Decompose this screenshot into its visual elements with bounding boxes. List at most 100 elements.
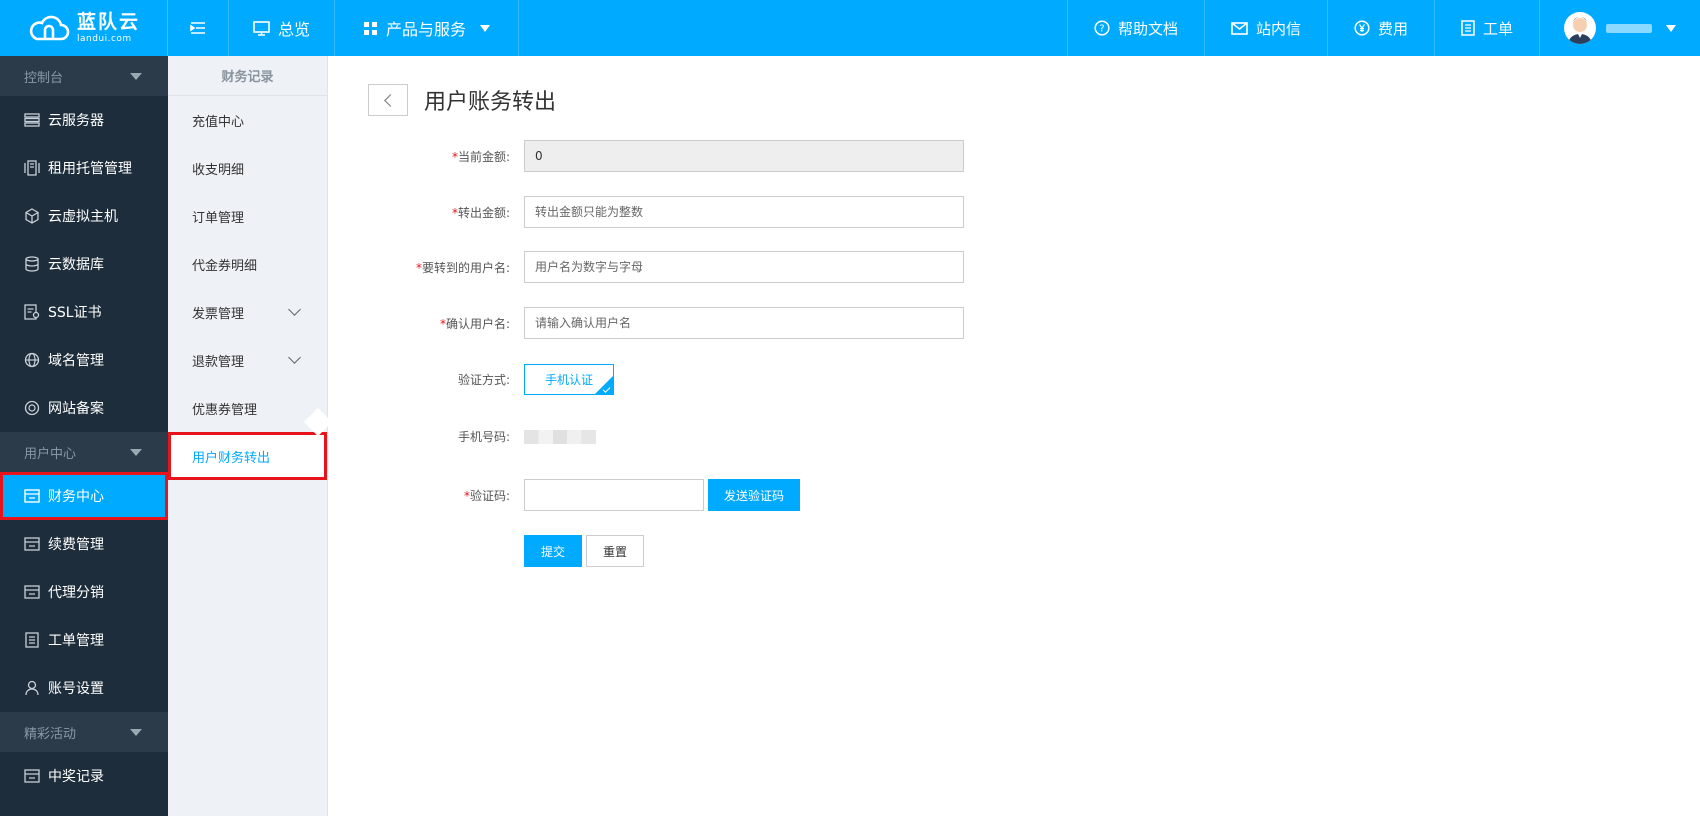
- chevron-down-icon: [1666, 24, 1676, 32]
- chevron-left-icon: [383, 93, 397, 107]
- sidebar-item-agent[interactable]: 代理分销: [0, 568, 168, 616]
- sidebar-item-label: 云虚拟主机: [48, 209, 118, 225]
- yen-circle-icon: [1354, 20, 1370, 36]
- form-row-phone: 手机号码:: [329, 428, 596, 445]
- subnav-item-income-expense[interactable]: 收支明细: [168, 144, 327, 192]
- nav-products[interactable]: 产品与服务: [335, 0, 520, 56]
- sidebar-section-console[interactable]: 控制台: [0, 56, 168, 96]
- subnav-item-vouchers[interactable]: 代金券明细: [168, 240, 327, 288]
- sidebar-section-title: 精彩活动: [24, 726, 77, 742]
- sidebar-item-label: SSL证书: [48, 305, 102, 321]
- user-menu[interactable]: [1539, 0, 1700, 56]
- subnav-item-label: 代金券明细: [192, 258, 258, 274]
- subnav-item-refund[interactable]: 退款管理: [168, 336, 327, 384]
- nav-ticket[interactable]: 工单: [1433, 0, 1539, 56]
- grid-icon: [364, 21, 378, 35]
- chevron-down-icon: [480, 24, 491, 32]
- sidebar-item-virtual-host[interactable]: 云虚拟主机: [0, 192, 168, 240]
- brand-name: 蓝队云: [76, 10, 140, 33]
- nav-overview-label: 总览: [278, 20, 311, 39]
- sidebar-section-title: 用户中心: [24, 446, 77, 462]
- verification-code-input[interactable]: [524, 479, 704, 511]
- subnav-item-invoice[interactable]: 发票管理: [168, 288, 327, 336]
- server-icon: [24, 113, 40, 127]
- sidebar-section-activities[interactable]: 精彩活动: [0, 712, 168, 752]
- form-row-code: *验证码: 发送验证码: [329, 479, 801, 511]
- sidebar-item-finance[interactable]: 财务中心: [0, 472, 168, 520]
- subnav-item-label: 发票管理: [192, 306, 245, 322]
- sidebar-item-label: 工单管理: [48, 633, 104, 649]
- question-circle-icon: ?: [1094, 20, 1110, 36]
- reset-button[interactable]: 重置: [586, 535, 644, 567]
- main-content: 用户账务转出 *当前金额: *转出金额: *要转到的用户名: *确认用户名: 验…: [329, 56, 1700, 816]
- sidebar-item-label: 账号设置: [48, 681, 104, 697]
- sidebar-item-icp-record[interactable]: 网站备案: [0, 384, 168, 432]
- renew-icon: [24, 537, 40, 551]
- submit-button[interactable]: 提交: [524, 535, 582, 567]
- subnav-item-recharge[interactable]: 充值中心: [168, 96, 327, 144]
- confirm-username-input[interactable]: [524, 307, 964, 339]
- sidebar-item-label: 云服务器: [48, 113, 104, 129]
- nav-inbox-label: 站内信: [1255, 19, 1301, 38]
- sidebar-item-ssl[interactable]: SSL证书: [0, 288, 168, 336]
- menu-toggle-button[interactable]: [168, 0, 229, 56]
- sidebar-item-database[interactable]: 云数据库: [0, 240, 168, 288]
- subnav-item-label: 退款管理: [192, 354, 245, 370]
- nav-fees-label: 费用: [1377, 19, 1408, 38]
- sidebar-item-domain[interactable]: 域名管理: [0, 336, 168, 384]
- sidebar-item-label: 云数据库: [48, 257, 104, 273]
- sidebar-item-prize-records[interactable]: 中奖记录: [0, 752, 168, 800]
- sidebar-item-tickets[interactable]: 工单管理: [0, 616, 168, 664]
- phone-number-blurred: [524, 429, 596, 444]
- prize-icon: [24, 769, 40, 783]
- subnav-item-label: 充值中心: [192, 114, 245, 130]
- user-icon: [25, 680, 39, 696]
- verify-method-phone-option[interactable]: 手机认证: [524, 364, 614, 395]
- subnav-item-label: 订单管理: [192, 210, 245, 226]
- nav-inbox[interactable]: 站内信: [1203, 0, 1327, 56]
- code-label: *验证码:: [463, 488, 510, 503]
- form-row-confirm-user: *确认用户名:: [329, 307, 964, 339]
- target-username-input[interactable]: [524, 251, 964, 283]
- sidebar-item-renew[interactable]: 续费管理: [0, 520, 168, 568]
- nav-fees[interactable]: 费用: [1326, 0, 1434, 56]
- current-amount-label: *当前金额:: [451, 149, 510, 164]
- sidebar-item-hosting[interactable]: 租用托管管理: [0, 144, 168, 192]
- agent-icon: [24, 585, 40, 599]
- brand-logo[interactable]: 蓝队云 landui.com: [0, 0, 168, 56]
- send-code-button[interactable]: 发送验证码: [708, 479, 801, 511]
- cloud-logo-icon: [29, 15, 70, 41]
- phone-label: 手机号码:: [457, 430, 510, 444]
- chevron-down-icon: [288, 351, 301, 364]
- sidebar-section-user-center[interactable]: 用户中心: [0, 432, 168, 472]
- sidebar-item-label: 租用托管管理: [48, 161, 132, 177]
- mail-icon: [1231, 21, 1248, 35]
- subnav-item-label: 用户财务转出: [192, 450, 271, 466]
- nav-overview[interactable]: 总览: [229, 0, 336, 56]
- caret-down-icon: [130, 448, 142, 456]
- nav-help[interactable]: ? 帮助文档: [1066, 0, 1204, 56]
- caret-down-icon: [130, 728, 142, 736]
- finance-subnav: 财务记录 充值中心 收支明细 订单管理 代金券明细 发票管理 退款管理 优惠券管…: [168, 56, 328, 816]
- nav-products-label: 产品与服务: [386, 20, 467, 39]
- nav-ticket-label: 工单: [1482, 19, 1513, 38]
- sidebar-item-account[interactable]: 账号设置: [0, 664, 168, 712]
- transfer-amount-input[interactable]: [524, 196, 964, 228]
- subnav-item-coupons[interactable]: 优惠券管理: [168, 384, 327, 432]
- subnav-item-label: 收支明细: [192, 162, 245, 178]
- chevron-down-icon: [288, 303, 301, 316]
- subnav-item-orders[interactable]: 订单管理: [168, 192, 327, 240]
- sidebar-item-cloud-server[interactable]: 云服务器: [0, 96, 168, 144]
- sidebar-item-label: 中奖记录: [48, 769, 104, 785]
- transfer-amount-label: *转出金额:: [451, 205, 510, 220]
- target-user-label: *要转到的用户名:: [415, 260, 510, 275]
- brand-domain: landui.com: [76, 33, 132, 44]
- back-button[interactable]: [368, 84, 408, 116]
- main-sidebar: 控制台 云服务器 租用托管管理 云虚拟主机 云数据库 SSL证书 域名管理 网站…: [0, 56, 168, 816]
- ticket-icon: [25, 632, 39, 648]
- sidebar-section-title: 控制台: [24, 70, 64, 86]
- rack-icon: [24, 160, 40, 176]
- record-icon: [24, 400, 40, 416]
- sidebar-item-label: 代理分销: [48, 585, 104, 601]
- subnav-item-transfer-out[interactable]: 用户财务转出: [168, 432, 327, 480]
